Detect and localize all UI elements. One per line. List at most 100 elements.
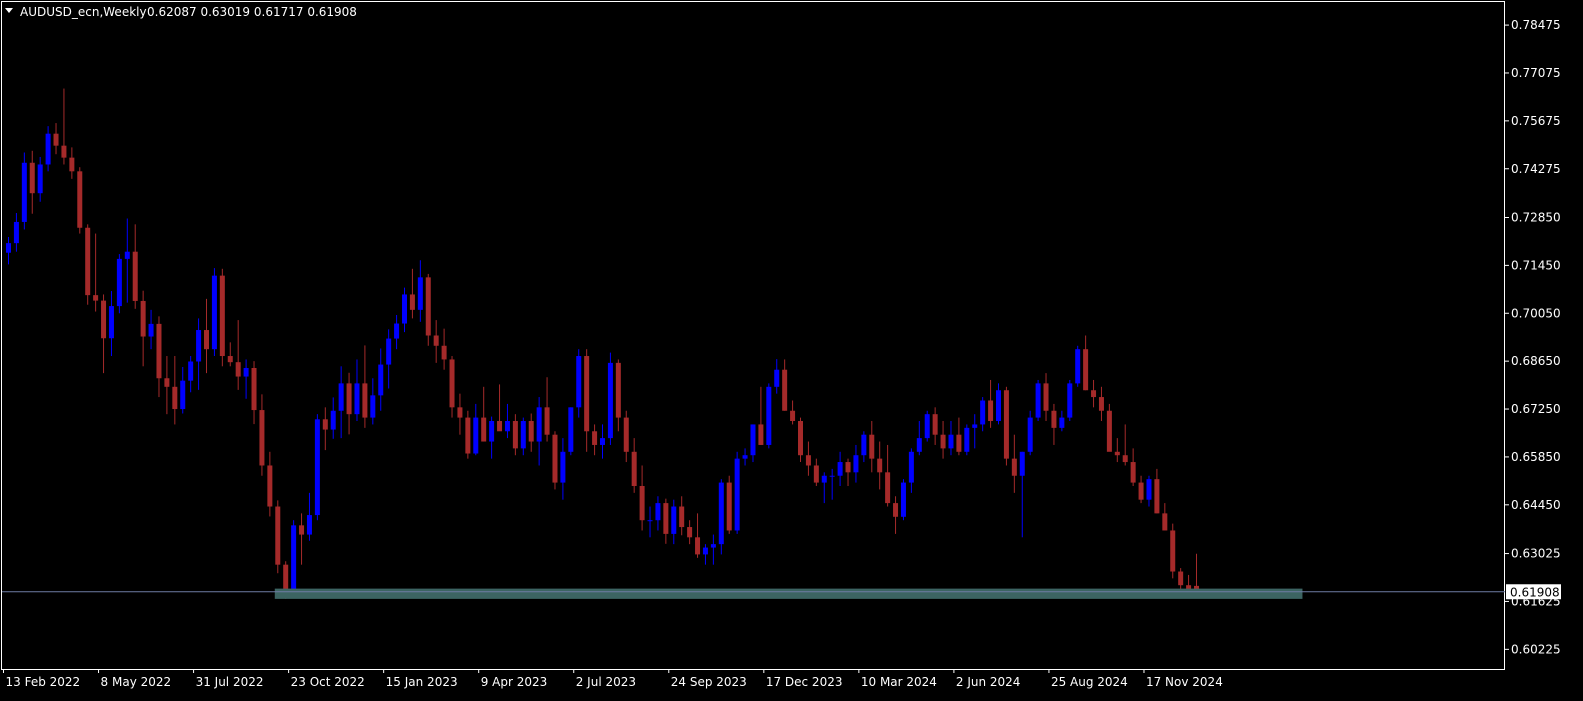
y-tick-label: 0.74275 (1511, 162, 1561, 176)
candle-body (623, 417, 629, 452)
candle-body (180, 380, 186, 410)
x-tick-label: 13 Feb 2022 (6, 675, 81, 689)
candle-body (734, 458, 740, 531)
candle-body (13, 221, 19, 244)
candle[interactable] (726, 475, 732, 534)
candle-body (204, 330, 209, 350)
candle-body (528, 421, 534, 442)
candle-body (932, 414, 938, 435)
candle-body (116, 258, 122, 307)
candle[interactable] (425, 273, 431, 346)
candle-body (1114, 451, 1120, 456)
candle-body (291, 525, 297, 594)
y-tick-label: 0.75675 (1511, 114, 1561, 128)
candle-body (1083, 349, 1089, 391)
y-tick-label: 0.65850 (1511, 450, 1561, 464)
candle[interactable] (275, 500, 281, 574)
candle[interactable] (1170, 523, 1176, 579)
candle-body (631, 451, 637, 487)
candle-body (639, 486, 645, 521)
candle-body (837, 462, 843, 476)
x-tick-label: 25 Aug 2024 (1051, 675, 1128, 689)
candle-body (1043, 383, 1049, 411)
candle[interactable] (211, 268, 217, 357)
x-tick-label: 2 Jul 2023 (576, 675, 636, 689)
candle-body (869, 434, 875, 459)
candle-body (758, 424, 764, 445)
x-tick-label: 23 Oct 2022 (291, 675, 365, 689)
y-tick-label: 0.68650 (1511, 354, 1561, 368)
candle[interactable] (900, 479, 906, 521)
candle-body (687, 527, 693, 538)
x-tick-label: 8 May 2022 (101, 675, 172, 689)
candle[interactable] (116, 254, 122, 314)
y-tick-label: 0.60225 (1511, 642, 1561, 656)
candle-body (386, 338, 392, 365)
candle-body (188, 361, 194, 381)
candle[interactable] (607, 352, 613, 445)
bid-price-box: 0.61908 (1506, 584, 1561, 600)
candle-body (322, 419, 328, 430)
candle-body (782, 369, 788, 411)
candle[interactable] (77, 167, 83, 234)
y-tick-label: 0.72850 (1511, 210, 1561, 224)
candle[interactable] (21, 152, 27, 230)
candle[interactable] (314, 414, 320, 521)
candle[interactable] (291, 520, 297, 598)
candle-body (948, 434, 954, 449)
candle[interactable] (1106, 403, 1112, 452)
candle[interactable] (964, 424, 970, 456)
candle[interactable] (552, 431, 558, 490)
candle-body (1075, 349, 1081, 384)
candle-body (45, 133, 51, 165)
candle[interactable] (465, 410, 471, 459)
candle[interactable] (924, 410, 930, 442)
x-tick-label: 10 Mar 2024 (861, 675, 937, 689)
support-zone[interactable] (274, 588, 1303, 599)
candle-body (996, 390, 1001, 422)
candle-body (148, 323, 154, 337)
candle-body (893, 503, 899, 517)
candle-body (1122, 455, 1128, 463)
candle[interactable] (734, 451, 740, 534)
candle-body (655, 503, 661, 521)
candle-body (306, 515, 312, 535)
candle-body (267, 465, 273, 507)
price-chart[interactable]: 0.78475 0.77075 0.75675 0.74275 0.72850 0.714… (0, 0, 1583, 701)
candle-body (520, 421, 526, 449)
candle-body (1051, 410, 1057, 428)
y-tick-label: 0.64450 (1511, 498, 1561, 512)
candle-body (21, 162, 27, 222)
candle-body (576, 356, 582, 408)
candle-body (196, 330, 202, 362)
candle-body (885, 472, 891, 504)
x-tick-label: 17 Dec 2023 (766, 675, 843, 689)
candle-body (227, 356, 233, 363)
candle-body (6, 243, 11, 253)
candle[interactable] (1003, 386, 1009, 466)
candle[interactable] (718, 479, 724, 555)
candle-body (877, 458, 883, 473)
candle-body (829, 475, 835, 477)
candle[interactable] (85, 224, 91, 305)
candle-body (299, 525, 305, 535)
candle[interactable] (766, 383, 772, 449)
candle-body (504, 421, 510, 432)
candle[interactable] (1035, 379, 1041, 422)
candle-body (568, 407, 574, 452)
candle-body (710, 544, 716, 548)
candle[interactable] (1067, 379, 1073, 422)
candle-body (259, 410, 265, 466)
candle-body (940, 434, 946, 449)
candle-body (362, 383, 368, 418)
candle-body (251, 367, 257, 411)
candle-body (861, 434, 867, 456)
candle-body (536, 407, 542, 442)
candle-body (1011, 458, 1017, 476)
candle-body (560, 451, 566, 483)
candle[interactable] (568, 407, 574, 456)
candle[interactable] (219, 268, 225, 367)
y-tick-label: 0.67250 (1511, 402, 1561, 416)
candle-body (798, 421, 803, 456)
candle[interactable] (1075, 345, 1081, 387)
